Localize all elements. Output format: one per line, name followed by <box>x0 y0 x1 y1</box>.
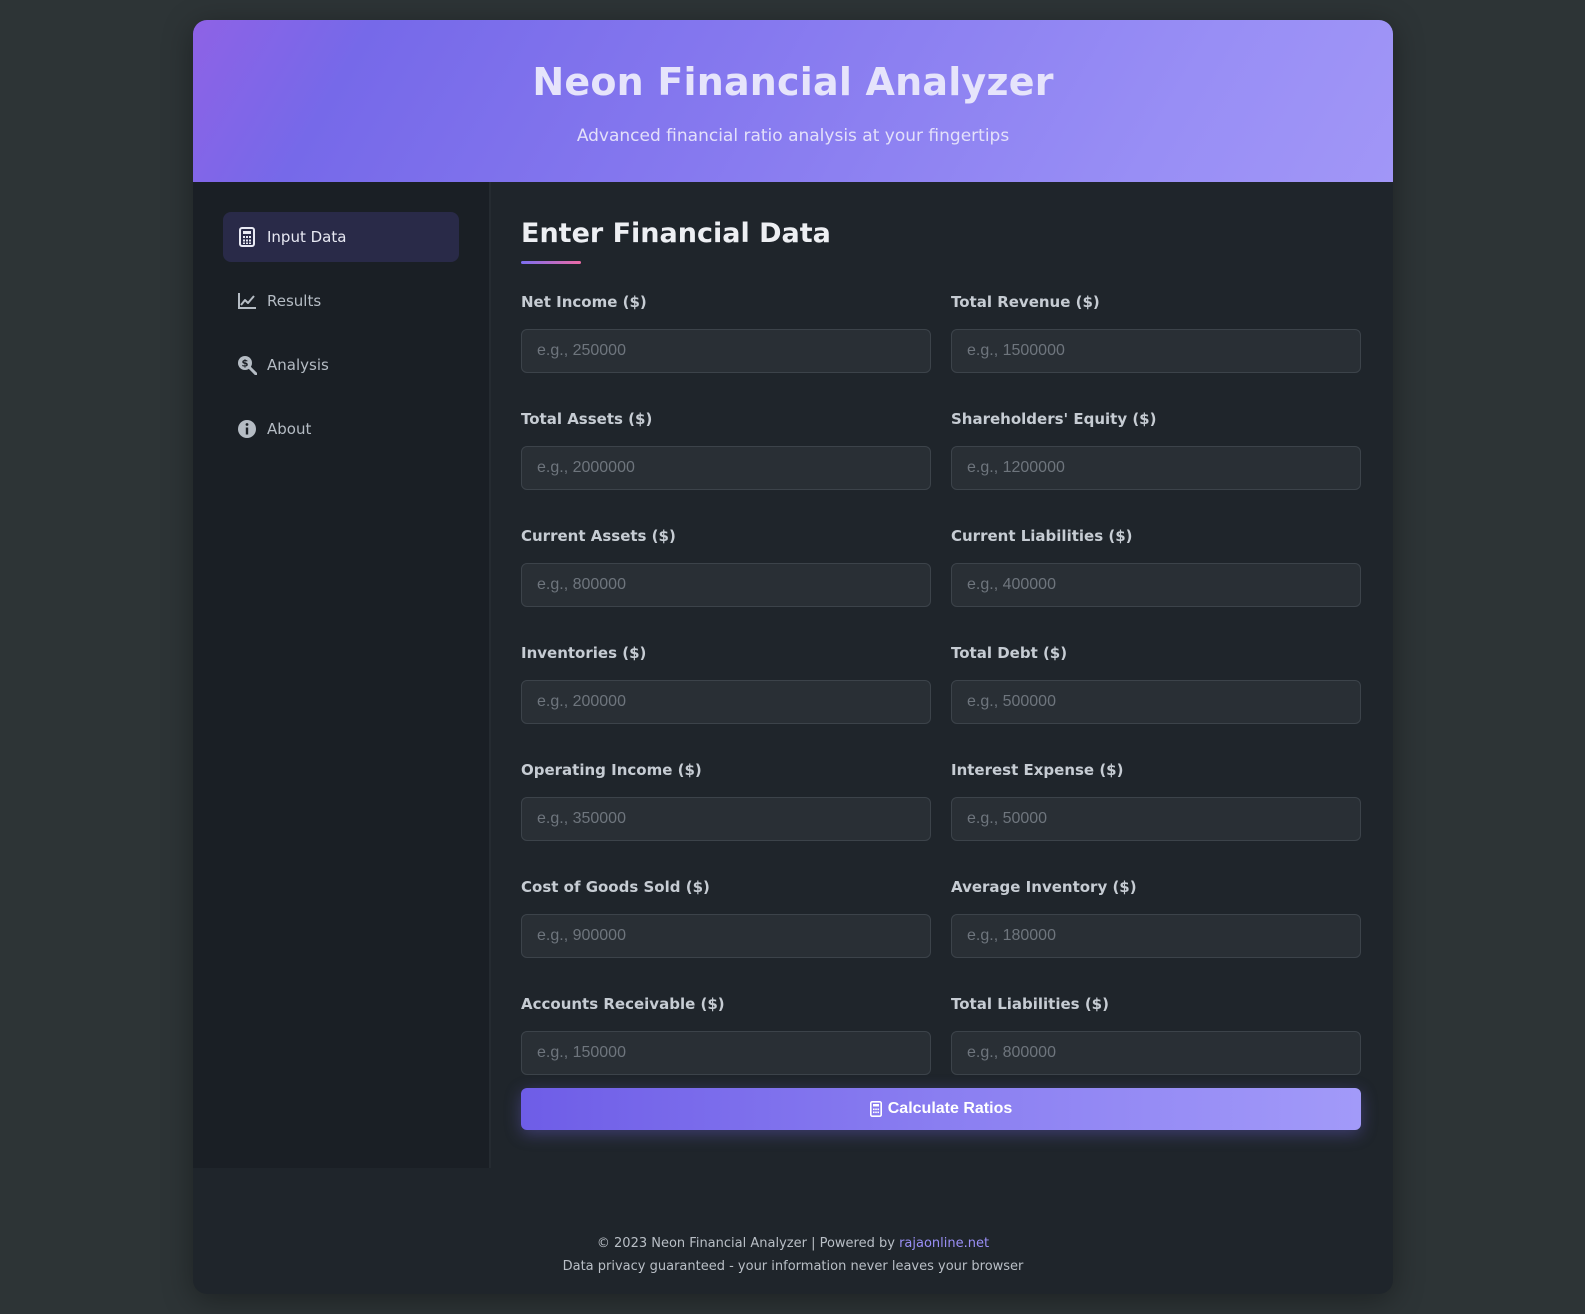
field-label: Average Inventory ($) <box>951 878 1137 896</box>
field-total-debt: Total Debt ($) <box>951 640 1361 757</box>
footer-privacy-note: Data privacy guaranteed - your informati… <box>562 1259 1024 1274</box>
calculator-icon <box>237 227 257 247</box>
field-label: Shareholders' Equity ($) <box>951 410 1157 428</box>
current-assets-input[interactable] <box>521 563 931 607</box>
inventories-input[interactable] <box>521 680 931 724</box>
sidebar-item-about[interactable]: About <box>223 404 459 454</box>
field-total-liabilities: Total Liabilities ($) <box>951 991 1361 1108</box>
field-operating-income: Operating Income ($) <box>521 757 931 874</box>
field-label: Inventories ($) <box>521 644 647 662</box>
net-income-input[interactable] <box>521 329 931 373</box>
app-title: Neon Financial Analyzer <box>532 60 1054 104</box>
calculate-button-label: Calculate Ratios <box>887 1100 1013 1117</box>
total-debt-input[interactable] <box>951 680 1361 724</box>
field-total-revenue: Total Revenue ($) <box>951 289 1361 406</box>
accounts-receivable-input[interactable] <box>521 1031 931 1075</box>
content-area: Input Data Results $ Analysis About Ente… <box>193 182 1393 1168</box>
field-label: Total Liabilities ($) <box>951 995 1109 1013</box>
total-assets-input[interactable] <box>521 446 931 490</box>
app-subtitle: Advanced financial ratio analysis at you… <box>576 126 1010 146</box>
input-form: Net Income ($) Total Revenue ($) Total A… <box>521 289 1363 1108</box>
field-accounts-receivable: Accounts Receivable ($) <box>521 991 931 1108</box>
field-label: Total Debt ($) <box>951 644 1068 662</box>
total-liabilities-input[interactable] <box>951 1031 1361 1075</box>
field-interest-expense: Interest Expense ($) <box>951 757 1361 874</box>
field-label: Cost of Goods Sold ($) <box>521 878 710 896</box>
sidebar-item-label: Analysis <box>267 356 329 374</box>
sidebar-item-label: About <box>267 420 312 438</box>
current-liabilities-input[interactable] <box>951 563 1361 607</box>
field-label: Current Assets ($) <box>521 527 676 545</box>
chart-line-icon <box>237 291 257 311</box>
field-current-assets: Current Assets ($) <box>521 523 931 640</box>
app-header: Neon Financial Analyzer Advanced financi… <box>193 20 1393 182</box>
footer-copyright: © 2023 Neon Financial Analyzer | Powered… <box>596 1236 900 1251</box>
sidebar: Input Data Results $ Analysis About <box>193 182 491 1168</box>
sidebar-item-analysis[interactable]: $ Analysis <box>223 340 459 390</box>
field-average-inventory: Average Inventory ($) <box>951 874 1361 991</box>
shareholders-equity-input[interactable] <box>951 446 1361 490</box>
field-label: Total Revenue ($) <box>951 293 1100 311</box>
footer-line-1: © 2023 Neon Financial Analyzer | Powered… <box>193 1232 1393 1255</box>
total-revenue-input[interactable] <box>951 329 1361 373</box>
field-label: Net Income ($) <box>521 293 647 311</box>
field-label: Operating Income ($) <box>521 761 702 779</box>
average-inventory-input[interactable] <box>951 914 1361 958</box>
field-cost-of-goods-sold: Cost of Goods Sold ($) <box>521 874 931 991</box>
calculator-icon <box>869 1101 882 1117</box>
field-label: Accounts Receivable ($) <box>521 995 725 1013</box>
svg-text:$: $ <box>242 359 249 370</box>
footer: © 2023 Neon Financial Analyzer | Powered… <box>193 1168 1393 1278</box>
field-total-assets: Total Assets ($) <box>521 406 931 523</box>
footer-link[interactable]: rajaonline.net <box>899 1236 989 1251</box>
field-inventories: Inventories ($) <box>521 640 931 757</box>
sidebar-item-label: Input Data <box>267 228 347 246</box>
field-label: Interest Expense ($) <box>951 761 1124 779</box>
field-net-income: Net Income ($) <box>521 289 931 406</box>
app-container: Neon Financial Analyzer Advanced financi… <box>193 20 1393 1294</box>
info-circle-icon <box>237 419 257 439</box>
title-underline <box>521 261 581 264</box>
sidebar-item-label: Results <box>267 292 322 310</box>
field-label: Current Liabilities ($) <box>951 527 1133 545</box>
field-shareholders-equity: Shareholders' Equity ($) <box>951 406 1361 523</box>
field-label: Total Assets ($) <box>521 410 653 428</box>
sidebar-item-results[interactable]: Results <box>223 276 459 326</box>
search-dollar-icon: $ <box>237 355 257 375</box>
interest-expense-input[interactable] <box>951 797 1361 841</box>
cost-of-goods-sold-input[interactable] <box>521 914 931 958</box>
field-current-liabilities: Current Liabilities ($) <box>951 523 1361 640</box>
operating-income-input[interactable] <box>521 797 931 841</box>
sidebar-item-input-data[interactable]: Input Data <box>223 212 459 262</box>
section-title: Enter Financial Data <box>521 218 831 249</box>
input-panel: Enter Financial Data Net Income ($) Tota… <box>491 182 1393 1168</box>
